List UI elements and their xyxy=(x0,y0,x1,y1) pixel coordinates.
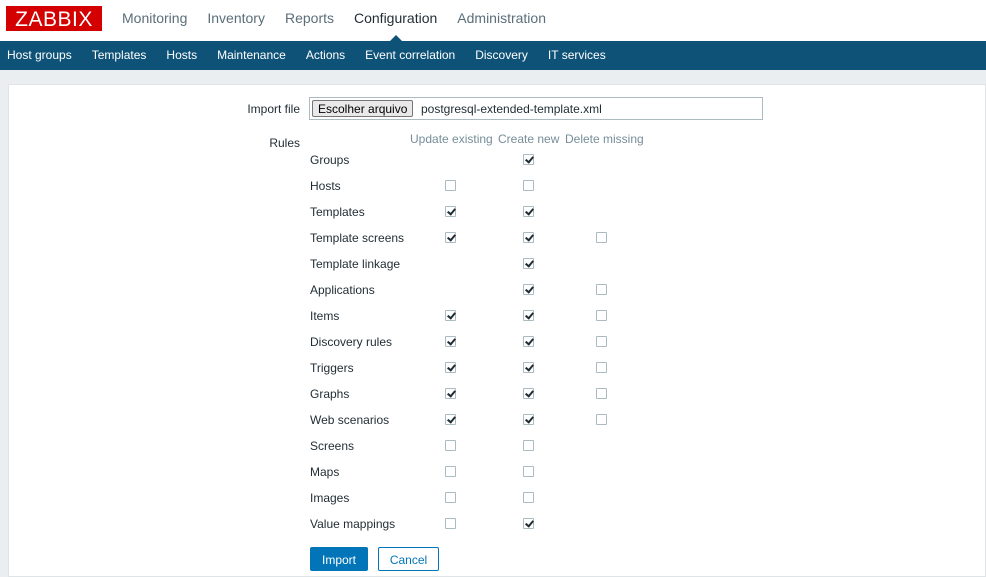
checkbox-hosts-update-existing[interactable] xyxy=(445,180,456,191)
main-menu-monitoring[interactable]: Monitoring xyxy=(112,0,197,41)
checkbox-images-create-new[interactable] xyxy=(523,492,534,503)
checkbox-web-scenarios-create-new[interactable] xyxy=(523,414,534,425)
checkbox-value-mappings-update-existing[interactable] xyxy=(445,518,456,529)
checkbox-triggers-create-new[interactable] xyxy=(523,362,534,373)
main-menu-reports[interactable]: Reports xyxy=(275,0,344,41)
cancel-button[interactable]: Cancel xyxy=(378,547,439,571)
zabbix-logo[interactable]: ZABBIX xyxy=(6,6,102,31)
checkbox-template-screens-delete-missing[interactable] xyxy=(596,232,607,243)
rule-label-groups: Groups xyxy=(310,153,350,167)
rule-label-items: Items xyxy=(310,309,340,323)
logo-text: ZABBIX xyxy=(15,8,93,31)
checkbox-graphs-update-existing[interactable] xyxy=(445,388,456,399)
sub-menu: Host groups Templates Hosts Maintenance … xyxy=(0,41,986,70)
sub-menu-discovery[interactable]: Discovery xyxy=(465,41,538,70)
main-menu: Monitoring Inventory Reports Configurati… xyxy=(112,0,556,41)
rules-label: Rules xyxy=(269,136,300,150)
sub-menu-templates[interactable]: Templates xyxy=(82,41,157,70)
checkbox-templates-update-existing[interactable] xyxy=(445,206,456,217)
checkbox-discovery-rules-create-new[interactable] xyxy=(523,336,534,347)
checkbox-items-delete-missing[interactable] xyxy=(596,310,607,321)
rule-label-screens: Screens xyxy=(310,439,355,453)
sub-menu-hosts[interactable]: Hosts xyxy=(156,41,207,70)
sub-menu-maintenance[interactable]: Maintenance xyxy=(207,41,296,70)
rule-label-applications: Applications xyxy=(310,283,375,297)
sub-menu-it-services[interactable]: IT services xyxy=(538,41,616,70)
import-form-panel xyxy=(8,84,986,577)
rule-label-web-scenarios: Web scenarios xyxy=(310,413,390,427)
checkbox-template-linkage-create-new[interactable] xyxy=(523,258,534,269)
checkbox-discovery-rules-delete-missing[interactable] xyxy=(596,336,607,347)
checkbox-web-scenarios-delete-missing[interactable] xyxy=(596,414,607,425)
rule-label-maps: Maps xyxy=(310,465,340,479)
checkbox-template-screens-update-existing[interactable] xyxy=(445,232,456,243)
checkbox-maps-update-existing[interactable] xyxy=(445,466,456,477)
checkbox-hosts-create-new[interactable] xyxy=(523,180,534,191)
rule-label-template-screens: Template screens xyxy=(310,231,405,245)
column-delete-missing: Delete missing xyxy=(565,132,644,146)
checkbox-discovery-rules-update-existing[interactable] xyxy=(445,336,456,347)
checkbox-items-update-existing[interactable] xyxy=(445,310,456,321)
main-menu-administration[interactable]: Administration xyxy=(447,0,556,41)
selected-file-name: postgresql-extended-template.xml xyxy=(421,102,602,116)
rule-label-graphs: Graphs xyxy=(310,387,350,401)
checkbox-templates-create-new[interactable] xyxy=(523,206,534,217)
checkbox-items-create-new[interactable] xyxy=(523,310,534,321)
checkbox-triggers-update-existing[interactable] xyxy=(445,362,456,373)
checkbox-groups-create-new[interactable] xyxy=(523,154,534,165)
import-file-label: Import file xyxy=(247,102,300,116)
checkbox-images-update-existing[interactable] xyxy=(445,492,456,503)
rule-label-discovery-rules: Discovery rules xyxy=(310,335,393,349)
rule-label-triggers: Triggers xyxy=(310,361,354,375)
import-file-input[interactable]: Escolher arquivo postgresql-extended-tem… xyxy=(309,97,763,120)
checkbox-value-mappings-create-new[interactable] xyxy=(523,518,534,529)
choose-file-button[interactable]: Escolher arquivo xyxy=(312,100,414,117)
sub-menu-host-groups[interactable]: Host groups xyxy=(0,41,82,70)
rule-label-template-linkage: Template linkage xyxy=(310,257,401,271)
checkbox-maps-create-new[interactable] xyxy=(523,466,534,477)
import-button[interactable]: Import xyxy=(310,547,368,571)
top-bar: ZABBIX Monitoring Inventory Reports Conf… xyxy=(0,0,986,41)
checkbox-graphs-create-new[interactable] xyxy=(523,388,534,399)
checkbox-triggers-delete-missing[interactable] xyxy=(596,362,607,373)
checkbox-template-screens-create-new[interactable] xyxy=(523,232,534,243)
rule-label-value-mappings: Value mappings xyxy=(310,517,396,531)
rule-label-templates: Templates xyxy=(310,205,365,219)
rule-label-images: Images xyxy=(310,491,350,505)
main-menu-configuration[interactable]: Configuration xyxy=(344,0,447,41)
sub-menu-actions[interactable]: Actions xyxy=(296,41,355,70)
checkbox-screens-create-new[interactable] xyxy=(523,440,534,451)
checkbox-applications-delete-missing[interactable] xyxy=(596,284,607,295)
checkbox-screens-update-existing[interactable] xyxy=(445,440,456,451)
checkbox-graphs-delete-missing[interactable] xyxy=(596,388,607,399)
column-create-new: Create new xyxy=(498,132,560,146)
main-menu-inventory[interactable]: Inventory xyxy=(197,0,275,41)
column-update-existing: Update existing xyxy=(410,132,493,146)
checkbox-web-scenarios-update-existing[interactable] xyxy=(445,414,456,425)
rule-label-hosts: Hosts xyxy=(310,179,341,193)
sub-menu-event-correlation[interactable]: Event correlation xyxy=(355,41,465,70)
checkbox-applications-create-new[interactable] xyxy=(523,284,534,295)
